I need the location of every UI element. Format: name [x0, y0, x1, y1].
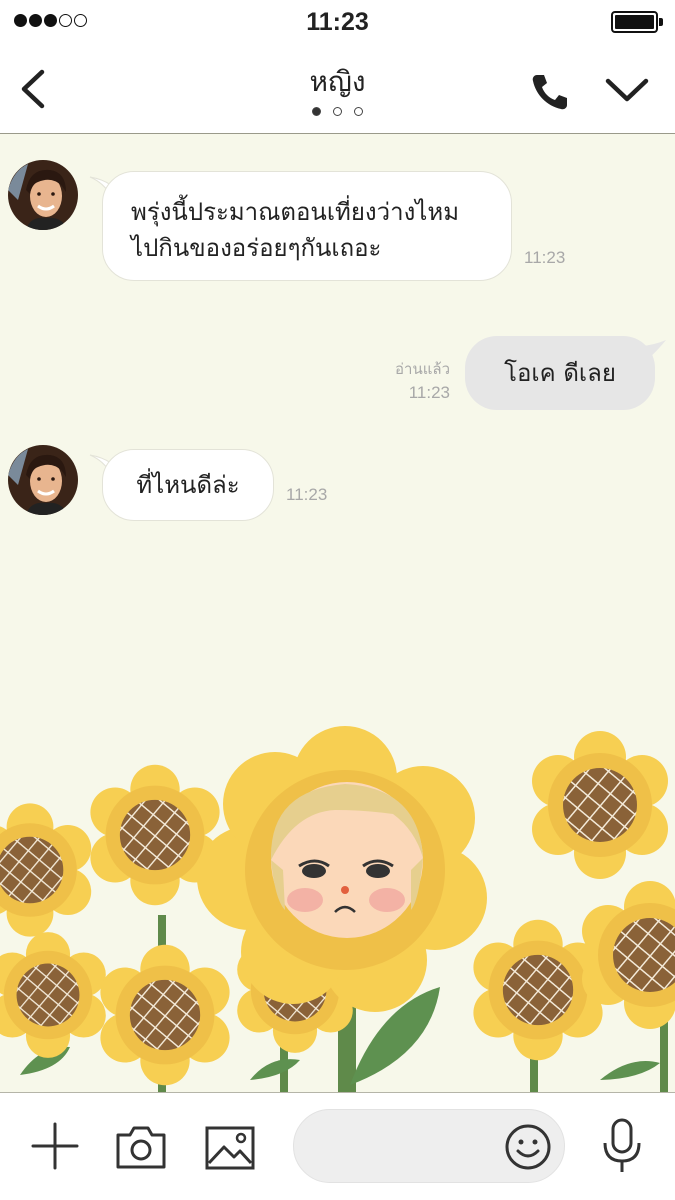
- message-input-bar: [0, 1092, 675, 1200]
- message-time: 11:23: [524, 248, 566, 267]
- message-input[interactable]: [293, 1109, 565, 1183]
- status-time: 11:23: [306, 8, 369, 36]
- sunflower-girl-sticker[interactable]: [0, 675, 675, 1092]
- smiley-icon[interactable]: [504, 1123, 552, 1171]
- camera-icon[interactable]: [114, 1123, 168, 1171]
- message-bubble-incoming[interactable]: พรุ่งนี้ประมาณตอนเที่ยงว่างไหม ไปกินของอ…: [102, 171, 512, 281]
- call-button[interactable]: [528, 70, 572, 114]
- message-time: 11:23: [286, 485, 328, 504]
- microphone-icon[interactable]: [600, 1117, 644, 1175]
- image-icon[interactable]: [204, 1125, 256, 1171]
- message-time: 11:23: [408, 383, 450, 402]
- read-label: อ่านแล้ว: [395, 360, 450, 378]
- bubble-tail: [642, 340, 666, 361]
- page-indicator: [0, 107, 675, 116]
- message-text: ที่ไหนดีล่ะ: [136, 471, 240, 499]
- contact-name[interactable]: หญิง: [0, 60, 675, 104]
- message-text-line: พรุ่งนี้ประมาณตอนเที่ยงว่างไหม: [131, 198, 460, 226]
- phone-icon: [532, 75, 567, 110]
- chat-area[interactable]: พรุ่งนี้ประมาณตอนเที่ยงว่างไหม ไปกินของอ…: [0, 135, 675, 1092]
- status-bar: 11:23: [0, 0, 675, 44]
- message-bubble-outgoing[interactable]: โอเค ดีเลย: [465, 336, 655, 410]
- message-text-field[interactable]: [316, 1110, 496, 1182]
- message-bubble-incoming[interactable]: ที่ไหนดีล่ะ: [102, 449, 274, 521]
- battery-icon: [611, 11, 663, 33]
- avatar[interactable]: [8, 445, 78, 515]
- read-receipt: อ่านแล้ว 11:23: [380, 357, 450, 403]
- message-text-line: ไปกินของอร่อยๆกันเถอะ: [131, 234, 382, 262]
- message-text: โอเค ดีเลย: [504, 359, 616, 387]
- avatar[interactable]: [8, 160, 78, 230]
- plus-icon[interactable]: [30, 1121, 80, 1171]
- menu-dropdown-button[interactable]: [602, 72, 652, 108]
- chat-header: หญิง: [0, 44, 675, 134]
- chevron-down-icon: [605, 78, 649, 102]
